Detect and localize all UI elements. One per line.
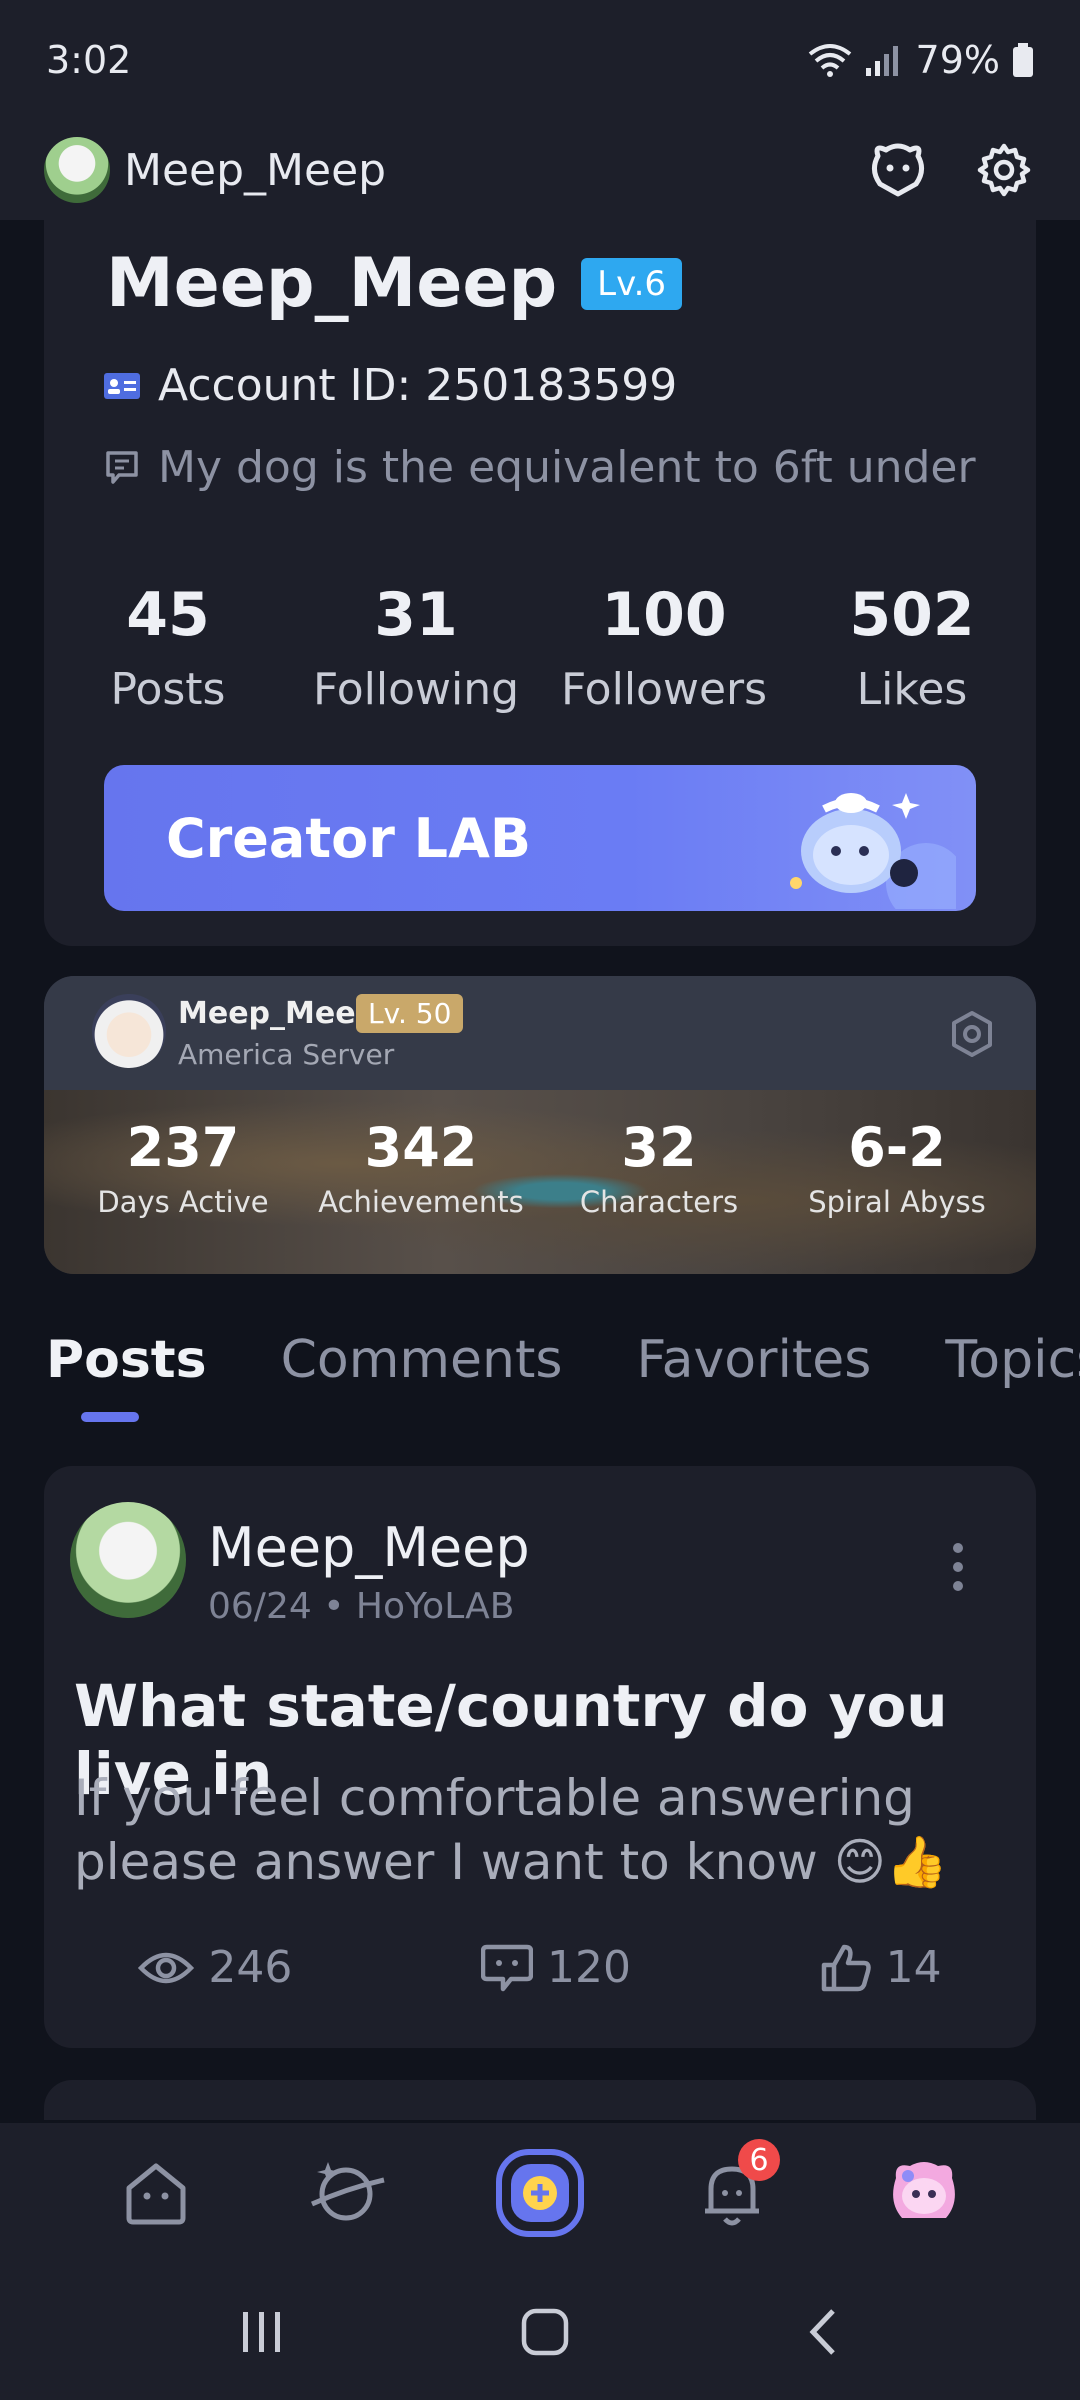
gstat-label: Days Active (97, 1185, 269, 1219)
level-badge: Lv.6 (581, 257, 683, 310)
profile-name: Meep_Meep (106, 244, 558, 323)
comments-button[interactable]: 120 (480, 1942, 631, 1993)
account-id-text: Account ID: 250183599 (158, 360, 678, 411)
post-body: If you feel comfortable answering please… (74, 1769, 949, 1891)
mascot-icon[interactable] (866, 138, 930, 202)
views-stat: 246 (138, 1942, 292, 1993)
comments-count: 120 (546, 1942, 631, 1993)
battery-percent: 79% (915, 38, 1000, 82)
gstat-value: 6-2 (848, 1116, 946, 1179)
gstat-value: 237 (126, 1116, 240, 1179)
nav-create-post[interactable] (490, 2143, 590, 2243)
gstat-days-active: 237 Days Active (64, 1116, 302, 1219)
views-count: 246 (208, 1942, 293, 1993)
home-button-icon[interactable] (520, 2307, 570, 2357)
post-author-avatar[interactable] (70, 1502, 186, 1618)
likes-count: 14 (885, 1942, 942, 1993)
game-server: America Server (178, 1038, 395, 1071)
profile-card: Meep_Meep Lv.6 Account ID: 250183599 My … (44, 220, 1036, 946)
stat-followers[interactable]: 100 Followers (540, 580, 788, 715)
game-record-card[interactable]: Meep_Meep Lv. 50 America Server 237 Days… (44, 976, 1036, 1274)
stat-value: 100 (601, 580, 727, 650)
creator-mascot-illustration (790, 793, 956, 909)
gstat-spiral-abyss: 6-2 Spiral Abyss (778, 1116, 1016, 1219)
tab-posts[interactable]: Posts (46, 1330, 207, 1390)
eye-icon (138, 1952, 195, 1983)
post-author[interactable]: Meep_Meep (208, 1516, 530, 1579)
gstat-label: Characters (579, 1185, 739, 1219)
back-icon[interactable] (803, 2307, 843, 2357)
game-card-header: Meep_Meep Lv. 50 America Server (44, 976, 1036, 1090)
tab-topics[interactable]: Topics (945, 1330, 1080, 1390)
content-tabs: Posts Comments Favorites Topics (46, 1330, 1080, 1422)
game-stats: 237 Days Active 342 Achievements 32 Char… (44, 1116, 1036, 1219)
gstat-characters: 32 Characters (540, 1116, 778, 1219)
header-avatar[interactable] (44, 137, 110, 203)
gstat-value: 32 (621, 1116, 697, 1179)
profile-mascot-icon (893, 2162, 955, 2218)
game-level-badge: Lv. 50 (356, 994, 464, 1033)
app-header: Meep_Meep (0, 120, 1080, 220)
tab-comments[interactable]: Comments (281, 1330, 563, 1390)
bio-row: My dog is the equivalent to 6ft under (102, 442, 976, 493)
stat-posts[interactable]: 45 Posts (44, 580, 292, 715)
nav-profile[interactable] (874, 2143, 974, 2243)
signal-icon (865, 46, 898, 76)
comment-icon (102, 448, 142, 488)
settings-icon[interactable] (972, 138, 1036, 202)
planet-icon (310, 2162, 385, 2221)
stat-label: Followers (560, 664, 768, 715)
nav-home[interactable] (106, 2143, 206, 2243)
stat-label: Following (312, 664, 520, 715)
game-settings-icon[interactable] (948, 1010, 996, 1058)
like-button[interactable]: 14 (820, 1942, 942, 1993)
bio-text: My dog is the equivalent to 6ft under (158, 442, 976, 493)
bottom-nav: 6 (0, 2123, 1080, 2263)
stat-likes[interactable]: 502 Likes (788, 580, 1036, 715)
post-actions: 246 120 14 (44, 1942, 1036, 1993)
nav-notifications[interactable]: 6 (682, 2139, 782, 2243)
thumbs-up-icon (821, 1944, 871, 1991)
creator-lab-label: Creator LAB (166, 806, 532, 870)
profile-name-row: Meep_Meep Lv.6 (106, 244, 683, 323)
stat-value: 502 (849, 580, 975, 650)
post-meta: 06/24 • HoYoLAB (208, 1586, 515, 1627)
stat-value: 45 (126, 580, 210, 650)
battery-icon (1013, 43, 1033, 77)
create-post-icon (496, 2149, 584, 2237)
more-options-icon[interactable] (950, 1540, 966, 1594)
account-id-row[interactable]: Account ID: 250183599 (102, 360, 677, 411)
game-avatar (92, 994, 166, 1068)
next-post-card[interactable] (44, 2080, 1036, 2120)
system-navigation-bar (0, 2263, 1080, 2400)
notification-badge: 6 (738, 2139, 780, 2181)
stat-following[interactable]: 31 Following (292, 580, 540, 715)
gstat-achievements: 342 Achievements (302, 1116, 540, 1219)
stat-label: Likes (856, 664, 968, 715)
status-time: 3:02 (46, 38, 132, 82)
gstat-label: Achievements (318, 1185, 524, 1219)
profile-stats: 45 Posts 31 Following 100 Followers 502 … (44, 580, 1036, 715)
comment-bubble-icon (480, 1944, 533, 1991)
game-player-name: Meep_Meep (178, 996, 378, 1031)
post-card[interactable]: Meep_Meep 06/24 • HoYoLAB What state/cou… (44, 1466, 1036, 2048)
nav-explore[interactable] (298, 2143, 398, 2243)
id-card-icon (102, 366, 142, 406)
recent-apps-icon[interactable] (237, 2310, 287, 2354)
header-username: Meep_Meep (124, 144, 387, 196)
wifi-icon (808, 44, 851, 77)
stat-label: Posts (110, 664, 226, 715)
home-icon (126, 2163, 186, 2225)
gstat-label: Spiral Abyss (808, 1185, 986, 1219)
status-bar: 3:02 79% (0, 0, 1080, 120)
creator-lab-button[interactable]: Creator LAB (104, 765, 976, 911)
gstat-value: 342 (364, 1116, 478, 1179)
tab-favorites[interactable]: Favorites (636, 1330, 871, 1390)
stat-value: 31 (374, 580, 458, 650)
status-icons: 79% (808, 38, 1034, 82)
active-tab-indicator (81, 1412, 139, 1422)
